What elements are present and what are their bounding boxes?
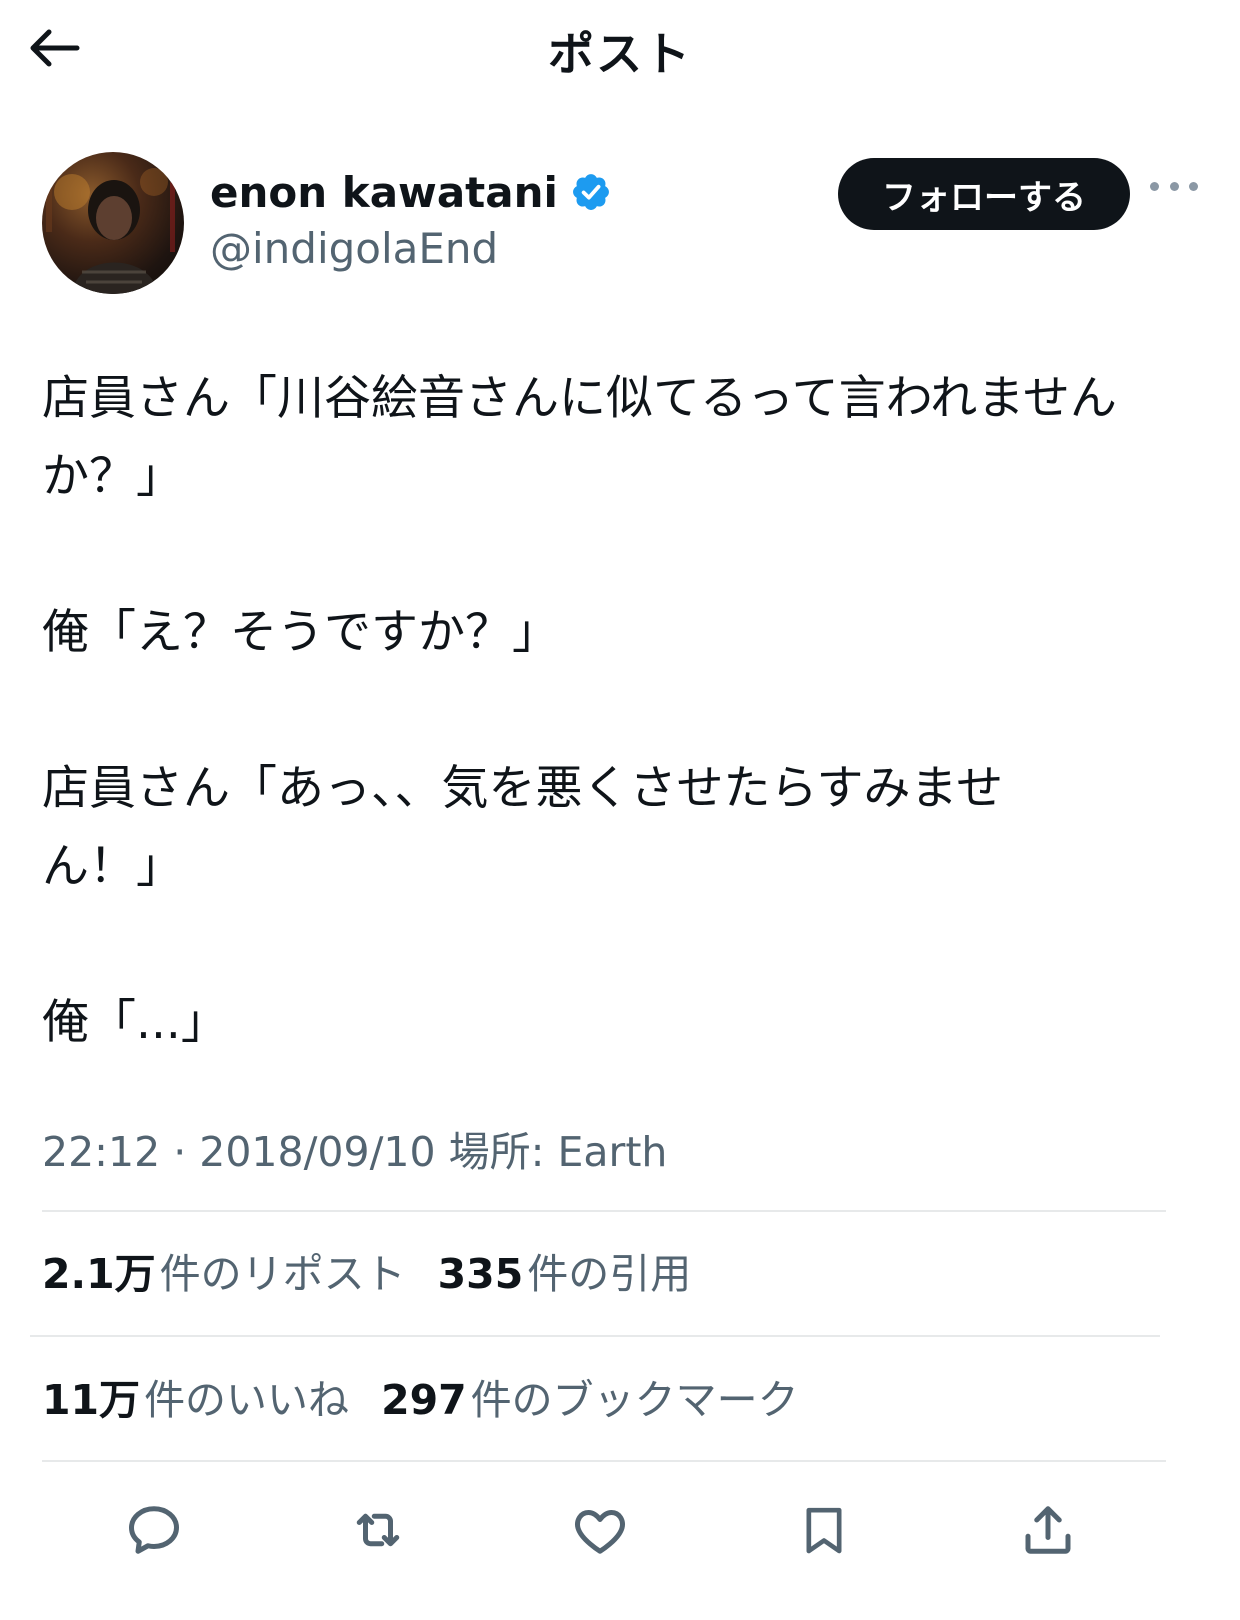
bookmarks-label: 件のブックマーク <box>470 1376 799 1424</box>
reposts-label: 件のリポスト <box>159 1250 406 1298</box>
bookmark-button[interactable] <box>784 1490 864 1570</box>
bookmarks-stat[interactable]: 297 件のブックマーク <box>381 1366 799 1426</box>
post-timestamp-location[interactable]: 22:12 · 2018/09/10 場所: Earth <box>42 1118 667 1178</box>
post-line: 俺「え？そうですか？」 <box>42 605 559 660</box>
post-line: 店員さん「川谷絵音さんに似てるって言われません <box>42 371 1117 426</box>
stats-row-shares: 2.1万 件のリポスト 335 件の引用 <box>42 1240 723 1300</box>
more-options-icon[interactable] <box>1150 174 1198 198</box>
repost-icon <box>356 1513 400 1547</box>
divider <box>42 1210 1166 1212</box>
quotes-label: 件の引用 <box>527 1250 692 1298</box>
display-name-row: enon kawatani <box>210 164 612 220</box>
quotes-count: 335 <box>437 1250 524 1298</box>
bookmarks-count: 297 <box>381 1376 467 1424</box>
quotes-stat[interactable]: 335 件の引用 <box>438 1240 692 1300</box>
like-button[interactable] <box>560 1490 640 1570</box>
verified-badge-icon <box>572 174 609 210</box>
post-line: 店員さん「あっ、、気を悪くさせたらすみませ <box>42 761 1004 816</box>
post-line: 俺「...」 <box>42 995 228 1050</box>
reply-button[interactable] <box>114 1490 194 1570</box>
divider <box>30 1335 1160 1337</box>
share-button[interactable] <box>1008 1490 1088 1570</box>
likes-count: 11万 <box>42 1376 141 1424</box>
page-title: ポスト <box>548 27 692 81</box>
reply-icon <box>129 1506 179 1554</box>
avatar[interactable] <box>42 152 184 294</box>
post-line: か？」 <box>42 449 183 504</box>
author-row: enon kawatani @indigolaEnd フォローする <box>42 152 1202 302</box>
top-bar: ポスト <box>0 0 1240 100</box>
likes-stat[interactable]: 11万 件のいいね <box>42 1366 349 1426</box>
display-name[interactable]: enon kawatani <box>210 168 558 217</box>
handle[interactable]: @indigolaEnd <box>210 224 498 273</box>
share-icon <box>1025 1506 1071 1554</box>
action-bar <box>0 1490 1240 1586</box>
like-icon <box>575 1510 625 1554</box>
post-text: 店員さん「川谷絵音さんに似てるって言われません か？」 俺「え？そうですか？」 … <box>42 360 1202 1062</box>
repost-button[interactable] <box>338 1490 418 1570</box>
likes-label: 件のいいね <box>144 1376 350 1424</box>
divider <box>42 1460 1166 1462</box>
reposts-stat[interactable]: 2.1万 件のリポスト <box>42 1240 406 1300</box>
follow-button[interactable]: フォローする <box>838 158 1130 230</box>
stats-row-engagement: 11万 件のいいね 297 件のブックマーク <box>42 1366 831 1426</box>
bookmark-icon <box>806 1507 842 1554</box>
post-line: ん！」 <box>42 839 183 894</box>
reposts-count: 2.1万 <box>42 1250 156 1298</box>
